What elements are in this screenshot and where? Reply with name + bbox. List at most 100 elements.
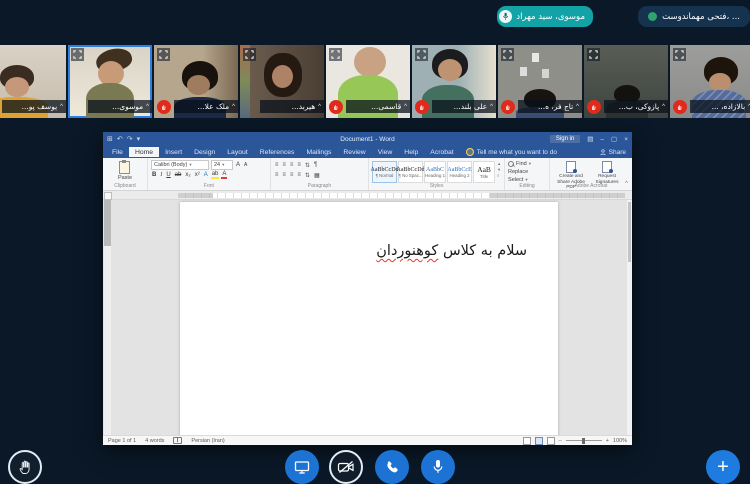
video-tile[interactable]: قاسمی... ^ bbox=[326, 45, 410, 118]
participant-name-bar[interactable]: قاسمی... ^ bbox=[346, 100, 410, 113]
zoom-level[interactable]: 100% bbox=[613, 438, 627, 444]
tab-review[interactable]: Review bbox=[337, 147, 371, 157]
style-normal[interactable]: AaBbCcDd ¶ Normal bbox=[371, 161, 399, 183]
redo-icon[interactable]: ↷ bbox=[127, 135, 133, 143]
strikethrough-button[interactable]: ab bbox=[174, 172, 183, 178]
tab-references[interactable]: References bbox=[254, 147, 301, 157]
borders-button[interactable]: ▦ bbox=[313, 172, 321, 179]
style-heading2[interactable]: AaBbCcE Heading 2 bbox=[447, 161, 473, 183]
fullscreen-icon[interactable] bbox=[673, 48, 686, 61]
style-no-spacing[interactable]: AaBbCcDd ¶ No Spac... bbox=[397, 161, 425, 183]
video-tile[interactable]: هیربد... ^ bbox=[240, 45, 324, 118]
fullscreen-icon[interactable] bbox=[329, 48, 342, 61]
page-count[interactable]: Page 1 of 1 bbox=[108, 438, 136, 444]
zoom-out-button[interactable]: – bbox=[559, 438, 562, 444]
style-title[interactable]: AaB Title bbox=[473, 161, 496, 183]
participant-name-bar[interactable]: پازوکی، ب... ^ bbox=[604, 100, 668, 113]
video-tile[interactable]: بالازاده، ... ^ bbox=[670, 45, 750, 118]
zoom-in-button[interactable]: + bbox=[606, 438, 609, 444]
tab-design[interactable]: Design bbox=[188, 147, 221, 157]
tab-layout[interactable]: Layout bbox=[221, 147, 253, 157]
pilcrow-button[interactable]: ¶ bbox=[313, 162, 318, 168]
font-size-combo[interactable]: 24 ▾ bbox=[210, 160, 233, 170]
align-left-button[interactable]: ≡ bbox=[274, 172, 280, 178]
document-page[interactable]: سلام به کلاس کوهنوردان bbox=[180, 202, 558, 436]
sign-in-button[interactable]: Sign in bbox=[549, 135, 581, 143]
fullscreen-icon[interactable] bbox=[415, 48, 428, 61]
bullets-button[interactable]: ≡ bbox=[274, 162, 280, 168]
vertical-ruler[interactable] bbox=[104, 200, 111, 436]
paste-button[interactable]: Paste bbox=[106, 160, 144, 182]
subscript-button[interactable]: x₂ bbox=[184, 172, 191, 178]
customize-toolbar-icon[interactable]: ⊞ bbox=[107, 135, 113, 143]
find-button[interactable]: Find ▾ bbox=[508, 160, 546, 168]
active-speaker-badge[interactable]: موسوی، سید مهراد bbox=[497, 6, 593, 27]
vertical-scrollbar[interactable] bbox=[627, 200, 632, 436]
tab-mailings[interactable]: Mailings bbox=[300, 147, 337, 157]
fullscreen-icon[interactable] bbox=[71, 48, 84, 61]
microphone-button[interactable] bbox=[421, 450, 455, 484]
align-right-button[interactable]: ≡ bbox=[289, 172, 295, 178]
minimize-button[interactable]: – bbox=[600, 136, 604, 143]
screen-share-button[interactable] bbox=[285, 450, 319, 484]
tab-file[interactable]: File bbox=[106, 147, 129, 157]
shrink-font-button[interactable]: A bbox=[243, 162, 248, 168]
underline-button[interactable]: U bbox=[165, 172, 171, 178]
language-status[interactable]: Persian (Iran) bbox=[191, 438, 224, 444]
word-count[interactable]: 4 words bbox=[145, 438, 164, 444]
multilevel-list-button[interactable]: ≡ bbox=[289, 162, 295, 168]
highlight-color-button[interactable]: ab bbox=[210, 171, 220, 179]
italic-button[interactable]: I bbox=[159, 172, 163, 178]
indent-button[interactable]: ≡ bbox=[296, 162, 302, 168]
zoom-slider-thumb[interactable] bbox=[581, 437, 585, 444]
zoom-slider[interactable] bbox=[565, 437, 602, 444]
video-tile[interactable]: یوسف پو... ^ bbox=[0, 45, 66, 118]
horizontal-ruler[interactable] bbox=[103, 191, 632, 200]
justify-button[interactable]: ≡ bbox=[296, 172, 302, 178]
participant-name-bar[interactable]: تاج فر، ه... ^ bbox=[518, 100, 582, 113]
raise-hand-button[interactable] bbox=[8, 450, 42, 484]
style-heading1[interactable]: AaBbC Heading 1 bbox=[424, 161, 447, 183]
tab-insert[interactable]: Insert bbox=[159, 147, 188, 157]
undo-icon[interactable]: ↶ bbox=[117, 135, 123, 143]
proofing-icon[interactable] bbox=[173, 437, 183, 444]
word-title-bar[interactable]: ⊞ ↶ ↷ ▾ Document1 - Word Sign in ▤ – ▢ × bbox=[103, 132, 632, 146]
video-tile-active[interactable]: موسوی... ^ bbox=[68, 45, 152, 118]
fullscreen-icon[interactable] bbox=[157, 48, 170, 61]
ribbon-display-options-icon[interactable]: ▤ bbox=[587, 135, 593, 143]
participant-name-bar[interactable]: علی بلند... ^ bbox=[432, 100, 496, 113]
replace-button[interactable]: Replace bbox=[508, 168, 546, 176]
video-tile[interactable]: علی بلند... ^ bbox=[412, 45, 496, 118]
align-center-button[interactable]: ≡ bbox=[281, 172, 287, 178]
line-spacing-button[interactable]: ⇅ bbox=[304, 172, 311, 179]
tell-me-box[interactable]: Tell me what you want to do bbox=[465, 148, 557, 156]
numbering-button[interactable]: ≡ bbox=[281, 162, 287, 168]
tab-acrobat[interactable]: Acrobat bbox=[424, 147, 459, 157]
font-color-button[interactable]: A bbox=[221, 171, 228, 179]
share-button[interactable]: Share bbox=[600, 149, 626, 156]
participant-name-bar[interactable]: ملک علا... ^ bbox=[174, 100, 238, 113]
video-tile[interactable]: پازوکی، ب... ^ bbox=[584, 45, 668, 118]
camera-off-button[interactable] bbox=[329, 450, 363, 484]
fullscreen-icon[interactable] bbox=[501, 48, 514, 61]
superscript-button[interactable]: x² bbox=[194, 172, 201, 178]
phone-button[interactable] bbox=[375, 450, 409, 484]
add-button[interactable]: + bbox=[706, 450, 740, 484]
collapse-ribbon-icon[interactable]: ^ bbox=[625, 181, 628, 187]
host-badge[interactable]: فتحی مهماندوست، ... bbox=[638, 6, 750, 27]
sort-button[interactable]: ⇅ bbox=[304, 162, 311, 169]
read-mode-button[interactable] bbox=[522, 436, 531, 445]
participant-name-bar[interactable]: موسوی... ^ bbox=[88, 100, 152, 113]
participant-name-bar[interactable]: بالازاده، ... ^ bbox=[690, 100, 750, 113]
quick-access-dropdown-icon[interactable]: ▾ bbox=[137, 135, 141, 143]
print-layout-button[interactable] bbox=[534, 436, 543, 445]
web-layout-button[interactable] bbox=[546, 436, 555, 445]
font-name-combo[interactable]: Calibri (Body) ▾ bbox=[150, 160, 209, 170]
video-tile[interactable]: ملک علا... ^ bbox=[154, 45, 238, 118]
fullscreen-icon[interactable] bbox=[243, 48, 256, 61]
scrollbar-thumb[interactable] bbox=[628, 202, 631, 262]
text-effects-button[interactable]: A bbox=[203, 172, 209, 178]
video-tile[interactable]: تاج فر، ه... ^ bbox=[498, 45, 582, 118]
grow-font-button[interactable]: A bbox=[235, 162, 241, 168]
close-button[interactable]: × bbox=[624, 136, 628, 143]
